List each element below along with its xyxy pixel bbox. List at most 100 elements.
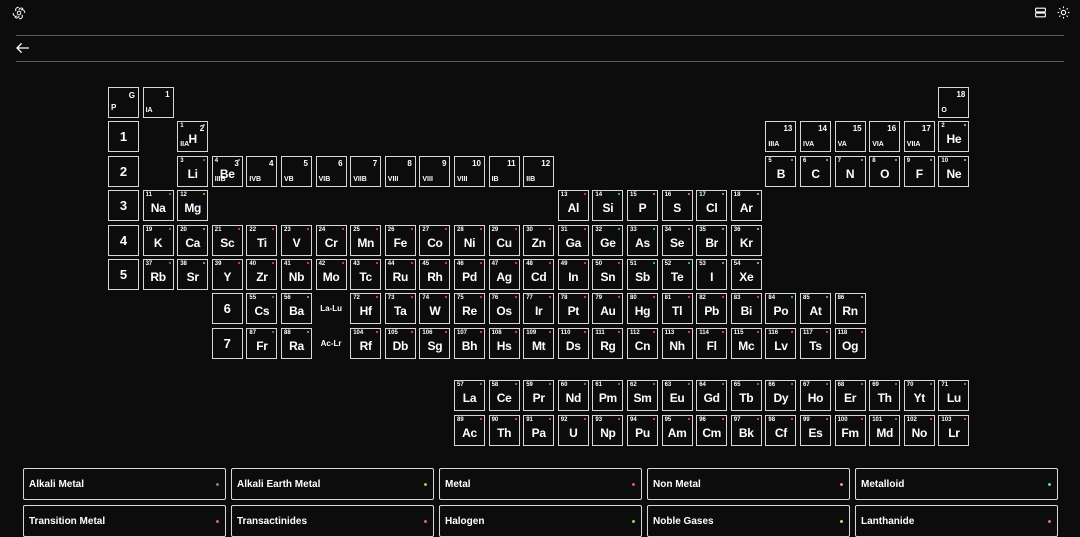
- element-th-69[interactable]: 69 Th: [869, 380, 901, 411]
- element-lu-71[interactable]: 71 Lu: [938, 380, 970, 411]
- element-fe-26[interactable]: 26 Fe: [384, 224, 416, 256]
- element-sn-50[interactable]: 50 Sn: [592, 259, 624, 290]
- element-h-1[interactable]: 1H: [177, 121, 209, 153]
- element-in-49[interactable]: 49 In: [557, 259, 589, 290]
- element-sr-38[interactable]: 38 Sr: [177, 259, 209, 290]
- arrow-left-icon[interactable]: [15, 40, 31, 56]
- element-cm-96[interactable]: 96 Cm: [696, 415, 728, 446]
- element-sc-21[interactable]: 21 Sc: [211, 224, 243, 256]
- legend-metalloid[interactable]: Metalloid: [855, 468, 1058, 500]
- element-s-16[interactable]: 16 S: [661, 190, 693, 222]
- element-n-7[interactable]: 7N: [834, 155, 866, 187]
- element-dy-66[interactable]: 66 Dy: [765, 380, 797, 411]
- element-rh-45[interactable]: 45 Rh: [419, 259, 451, 290]
- element-cu-29[interactable]: 29 Cu: [488, 224, 520, 256]
- element-ho-67[interactable]: 67 Ho: [800, 380, 831, 411]
- element-cf-98[interactable]: 98 Cf: [765, 415, 797, 446]
- element-hf-72[interactable]: 72 Hf: [350, 293, 382, 325]
- element-ca-20[interactable]: 20 Ca: [177, 224, 209, 256]
- legend-lanthanide[interactable]: Lanthanide: [855, 505, 1058, 537]
- element-es-99[interactable]: 99 Es: [800, 415, 831, 446]
- element-zn-30[interactable]: 30 Zn: [523, 224, 555, 256]
- element-mg-12[interactable]: 12 Mg: [177, 190, 209, 222]
- element-se-34[interactable]: 34 Se: [661, 224, 693, 256]
- element-pm-61[interactable]: 61 Pm: [592, 380, 624, 411]
- element-bh-107[interactable]: 107 Bh: [454, 327, 485, 359]
- element-cr-24[interactable]: 24 Cr: [315, 224, 347, 256]
- element-pd-46[interactable]: 46 Pd: [454, 259, 485, 290]
- element-ge-32[interactable]: 32 Ge: [592, 224, 624, 256]
- element-th-90[interactable]: 90 Th: [488, 415, 520, 446]
- openai-logo-icon[interactable]: [12, 6, 26, 20]
- element-os-76[interactable]: 76 Os: [488, 293, 520, 325]
- element-li-3[interactable]: 3 Li: [177, 155, 209, 187]
- element-ga-31[interactable]: 31 Ga: [557, 224, 589, 256]
- element-au-79[interactable]: 79 Au: [592, 293, 624, 325]
- element-nd-60[interactable]: 60 Nd: [557, 380, 589, 411]
- element-b-5[interactable]: 5B: [765, 155, 797, 187]
- element-am-95[interactable]: 95 Am: [661, 415, 693, 446]
- element-sm-62[interactable]: 62 Sm: [627, 380, 658, 411]
- element-f-9[interactable]: 9F: [903, 155, 935, 187]
- element-db-105[interactable]: 105 Db: [384, 327, 416, 359]
- legend-transition-metal[interactable]: Transition Metal: [23, 505, 226, 537]
- legend-noble-gases[interactable]: Noble Gases: [647, 505, 850, 537]
- legend-transactinides[interactable]: Transactinides: [231, 505, 434, 537]
- element-br-35[interactable]: 35 Br: [696, 224, 728, 256]
- legend-metal[interactable]: Metal: [439, 468, 642, 500]
- element-fr-87[interactable]: 87 Fr: [246, 327, 278, 359]
- element-rg-111[interactable]: 111 Rg: [592, 327, 624, 359]
- element-nh-113[interactable]: 113 Nh: [661, 327, 693, 359]
- element-po-84[interactable]: 84 Po: [765, 293, 797, 325]
- element-pa-91[interactable]: 91 Pa: [523, 415, 555, 446]
- element-ni-28[interactable]: 28 Ni: [454, 224, 485, 256]
- element-ne-10[interactable]: 10 Ne: [938, 155, 970, 187]
- element-rf-104[interactable]: 104 Rf: [350, 327, 382, 359]
- element-gd-64[interactable]: 64 Gd: [696, 380, 728, 411]
- element-ir-77[interactable]: 77 Ir: [523, 293, 555, 325]
- element-pu-94[interactable]: 94 Pu: [627, 415, 658, 446]
- element-cn-112[interactable]: 112 Cn: [627, 327, 658, 359]
- layout-icon[interactable]: [1034, 6, 1047, 19]
- element-be-4[interactable]: 4 Be: [211, 155, 243, 187]
- element-ds-110[interactable]: 110 Ds: [557, 327, 589, 359]
- element-ag-47[interactable]: 47 Ag: [488, 259, 520, 290]
- element-tl-81[interactable]: 81 Tl: [661, 293, 693, 325]
- element-fm-100[interactable]: 100 Fm: [834, 415, 866, 446]
- element-no-102[interactable]: 102 No: [903, 415, 935, 446]
- element-ac-89[interactable]: 89 Ac: [454, 415, 485, 446]
- element-ru-44[interactable]: 44 Ru: [384, 259, 416, 290]
- element-eu-63[interactable]: 63 Eu: [661, 380, 693, 411]
- element-ta-73[interactable]: 73 Ta: [384, 293, 416, 325]
- sun-icon[interactable]: [1057, 6, 1070, 19]
- element-c-6[interactable]: 6C: [800, 155, 831, 187]
- element-ti-22[interactable]: 22 Ti: [246, 224, 278, 256]
- element-pb-82[interactable]: 82 Pb: [696, 293, 728, 325]
- element-md-101[interactable]: 101 Md: [869, 415, 901, 446]
- element-u-92[interactable]: 92 U: [557, 415, 589, 446]
- element-ra-88[interactable]: 88 Ra: [281, 327, 312, 359]
- element-hg-80[interactable]: 80 Hg: [627, 293, 658, 325]
- element-cl-17[interactable]: 17 Cl: [696, 190, 728, 222]
- element-nb-41[interactable]: 41 Nb: [281, 259, 312, 290]
- element-co-27[interactable]: 27 Co: [419, 224, 451, 256]
- element-pr-59[interactable]: 59 Pr: [523, 380, 555, 411]
- element-cs-55[interactable]: 55 Cs: [246, 293, 278, 325]
- element-mt-109[interactable]: 109 Mt: [523, 327, 555, 359]
- element-o-8[interactable]: 8O: [869, 155, 901, 187]
- element-bk-97[interactable]: 97 Bk: [730, 415, 762, 446]
- element-ts-117[interactable]: 117 Ts: [800, 327, 831, 359]
- element-og-118[interactable]: 118 Og: [834, 327, 866, 359]
- element-la-57[interactable]: 57 La: [454, 380, 485, 411]
- element-te-52[interactable]: 52 Te: [661, 259, 693, 290]
- element-fl-114[interactable]: 114 Fl: [696, 327, 728, 359]
- legend-halogen[interactable]: Halogen: [439, 505, 642, 537]
- element-v-23[interactable]: 23 V: [281, 224, 312, 256]
- element-yt-70[interactable]: 70 Yt: [903, 380, 935, 411]
- element-er-68[interactable]: 68 Er: [834, 380, 866, 411]
- element-rn-86[interactable]: 86 Rn: [834, 293, 866, 325]
- element-mo-42[interactable]: 42 Mo: [315, 259, 347, 290]
- element-lr-103[interactable]: 103 Lr: [938, 415, 970, 446]
- element-ba-56[interactable]: 56 Ba: [281, 293, 312, 325]
- element-mn-25[interactable]: 25 Mn: [350, 224, 382, 256]
